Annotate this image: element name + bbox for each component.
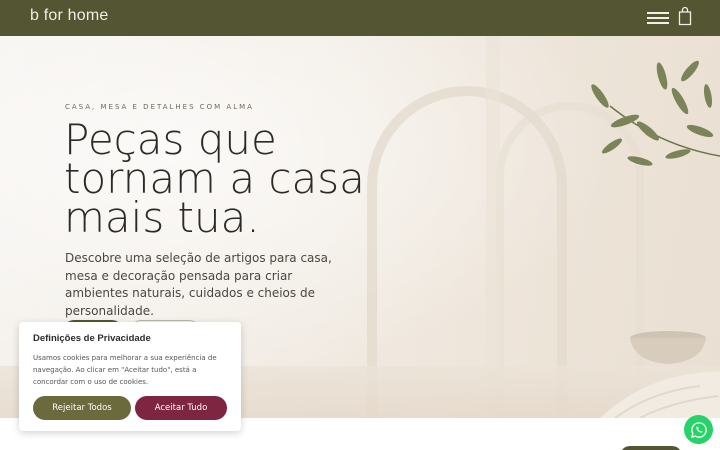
whatsapp-icon[interactable] [684,415,713,444]
shopping-bag-icon[interactable] [678,6,692,26]
site-header: b for home [0,0,720,36]
cookie-description: Usamos cookies para melhorar a sua exper… [33,354,217,386]
hero-subtitle: Descobre uma seleção de artigos para cas… [65,251,332,318]
hero-eyebrow: CASA, MESA E DETALHES COM ALMA [65,103,254,111]
hamburger-menu-icon[interactable] [647,10,671,26]
section-heading-peek [36,440,236,450]
cookie-title: Definições de Privacidade [33,333,151,344]
hero-headline: Peças que tornam a casa mais tua. [64,119,394,242]
accept-all-button[interactable]: Aceitar Tudo [135,396,227,420]
brand-logo[interactable]: b for home [30,7,108,25]
section-button-peek[interactable] [620,446,682,450]
reject-all-button[interactable]: Rejeitar Todos [33,396,131,420]
headline-line-3: mais tua. [64,193,260,242]
cookie-consent-dialog: Definições de Privacidade Usamos cookies… [19,322,241,431]
